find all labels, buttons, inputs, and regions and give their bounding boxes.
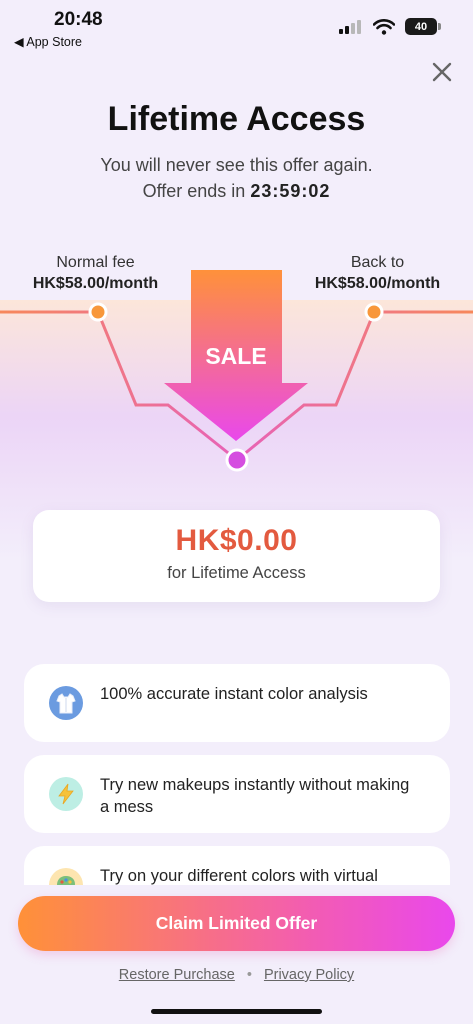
privacy-policy-link[interactable]: Privacy Policy [264,967,354,983]
page-title: Lifetime Access [107,100,366,138]
status-bar: 20:48 ◀ App Store 40 [0,0,473,56]
wifi-icon [373,18,395,35]
offer-prefix: Offer ends in [142,181,251,201]
back-to-app-store-link[interactable]: ◀ App Store [14,34,82,49]
feature-text: 100% accurate instant color analysis [100,685,368,703]
normal-fee-label: Normal fee [56,254,135,271]
shirt-icon [49,686,83,720]
countdown-timer: 23:59:02 [250,181,331,201]
price-card: HK$0.00 for Lifetime Access [33,510,440,602]
lifetime-price: HK$0.00 [175,524,298,557]
normal-fee-label-group: Normal fee HK$58.00/month [18,254,173,293]
normal-fee-dot [88,302,108,322]
back-to-fee-label-group: Back to HK$58.00/month [300,254,455,293]
home-indicator [151,1009,322,1014]
status-icons: 40 [339,18,441,35]
sale-price-dot [225,448,249,472]
normal-fee-price: HK$58.00/month [32,275,159,292]
cellular-signal-icon [339,19,361,34]
feature-card-makeup: Try new makeups instantly without making… [24,755,450,833]
sale-label: SALE [205,343,266,369]
battery-icon: 40 [405,18,441,35]
feature-card-virtual-colors: Try on your different colors with virtua… [24,846,450,885]
close-button[interactable] [428,58,456,86]
lightning-icon [49,777,83,811]
restore-purchase-link[interactable]: Restore Purchase [119,967,235,983]
footer-links: Restore Purchase • Privacy Policy [0,967,473,983]
feature-list[interactable]: 100% accurate instant color analysis Try… [0,655,473,885]
offer-subtitle: You will never see this offer again. [100,155,373,175]
offer-countdown-line: Offer ends in 23:59:02 [0,181,473,202]
battery-level: 40 [414,20,428,33]
feature-text: Try on your different colors with virtua… [100,867,378,885]
back-to-fee-price: HK$58.00/month [314,275,441,292]
lifetime-price-description: for Lifetime Access [167,564,306,582]
footer-separator: • [246,967,252,983]
feature-text: Try new makeups instantly without making… [100,776,410,816]
back-to-fee-label: Back to [350,254,405,271]
back-to-fee-dot [364,302,384,322]
price-drop-graphic: SALE [0,270,473,472]
close-icon [432,62,452,82]
claim-offer-button[interactable]: Claim Limited Offer [18,896,455,951]
status-time: 20:48 [54,9,103,30]
palette-icon [49,868,83,885]
feature-card-color-analysis: 100% accurate instant color analysis [24,664,450,742]
